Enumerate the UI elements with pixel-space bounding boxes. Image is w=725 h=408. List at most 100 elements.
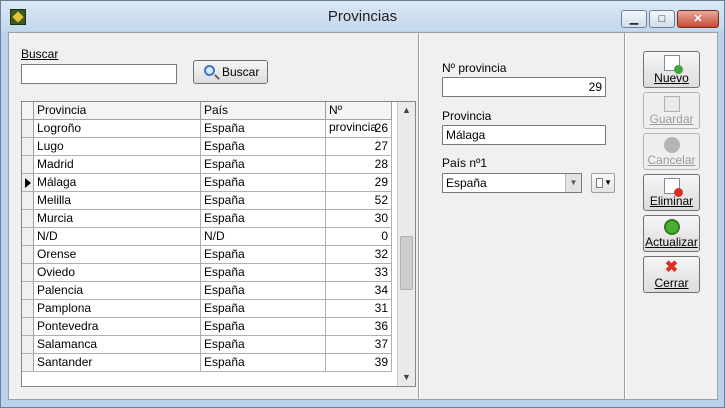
close-x-icon: ✖	[664, 259, 679, 276]
search-input[interactable]	[21, 64, 177, 84]
cell-pais[interactable]: España	[201, 210, 326, 228]
cell-provincia[interactable]: Santander	[34, 354, 201, 372]
cell-numero[interactable]: 31	[326, 300, 392, 318]
cell-numero[interactable]: 34	[326, 282, 392, 300]
row-indicator[interactable]	[22, 264, 34, 282]
cell-provincia[interactable]: N/D	[34, 228, 201, 246]
cell-numero[interactable]: 30	[326, 210, 392, 228]
cell-numero[interactable]: 29	[326, 174, 392, 192]
minimize-button[interactable]: ▁	[621, 10, 647, 28]
row-indicator[interactable]	[22, 120, 34, 138]
cell-provincia[interactable]: Pontevedra	[34, 318, 201, 336]
cancelar-button[interactable]: Cancelar	[643, 133, 700, 170]
cell-numero[interactable]: 32	[326, 246, 392, 264]
vertical-scrollbar[interactable]: ▲ ▼	[397, 102, 415, 386]
cell-pais[interactable]: España	[201, 282, 326, 300]
table-row[interactable]: Lugo España 27	[22, 138, 392, 156]
cell-numero[interactable]: 28	[326, 156, 392, 174]
cell-provincia[interactable]: Logroño	[34, 120, 201, 138]
row-indicator[interactable]	[22, 354, 34, 372]
row-indicator[interactable]	[22, 246, 34, 264]
search-button[interactable]: Buscar	[193, 60, 268, 84]
table-row[interactable]: Pamplona España 31	[22, 300, 392, 318]
cell-pais[interactable]: España	[201, 156, 326, 174]
cell-pais[interactable]: España	[201, 120, 326, 138]
cell-pais[interactable]: España	[201, 192, 326, 210]
scroll-up-icon[interactable]: ▲	[398, 102, 415, 119]
cell-provincia[interactable]: Orense	[34, 246, 201, 264]
cell-provincia[interactable]: Pamplona	[34, 300, 201, 318]
row-indicator[interactable]	[22, 156, 34, 174]
table-row[interactable]: Oviedo España 33	[22, 264, 392, 282]
cell-pais[interactable]: España	[201, 336, 326, 354]
cell-numero[interactable]: 33	[326, 264, 392, 282]
column-header-numero[interactable]: Nº provincia	[326, 102, 392, 134]
table-row[interactable]: Orense España 32	[22, 246, 392, 264]
table-row[interactable]: N/D N/D 0	[22, 228, 392, 246]
cell-numero[interactable]: 26	[326, 120, 392, 138]
cell-pais[interactable]: España	[201, 354, 326, 372]
column-header-provincia[interactable]: Provincia	[34, 102, 201, 120]
title-bar[interactable]: Provincias ▁ □ ✕	[1, 1, 724, 31]
row-indicator[interactable]	[22, 138, 34, 156]
cell-provincia[interactable]: Murcia	[34, 210, 201, 228]
cell-numero[interactable]: 37	[326, 336, 392, 354]
row-indicator[interactable]	[22, 282, 34, 300]
scroll-thumb[interactable]	[400, 236, 413, 290]
provincia-field[interactable]: Málaga	[442, 125, 606, 145]
table-row[interactable]: Málaga España 29	[22, 174, 392, 192]
pais-select[interactable]: España ▼	[442, 173, 582, 193]
row-indicator[interactable]	[22, 300, 34, 318]
refresh-icon	[663, 219, 680, 235]
guardar-button[interactable]: Guardar	[643, 92, 700, 129]
cell-numero[interactable]: 0	[326, 228, 392, 246]
row-indicator[interactable]	[22, 210, 34, 228]
scroll-down-icon[interactable]: ▼	[398, 369, 415, 386]
pais-lookup-button[interactable]: ▼	[591, 173, 615, 193]
cell-pais[interactable]: N/D	[201, 228, 326, 246]
close-window-button[interactable]: ✕	[677, 10, 719, 28]
cell-pais[interactable]: España	[201, 300, 326, 318]
cell-provincia[interactable]: Lugo	[34, 138, 201, 156]
column-header-pais[interactable]: País	[201, 102, 326, 120]
cell-pais[interactable]: España	[201, 174, 326, 192]
table-row[interactable]: Pontevedra España 36	[22, 318, 392, 336]
cell-numero[interactable]: 36	[326, 318, 392, 336]
row-indicator[interactable]	[22, 228, 34, 246]
table-row[interactable]: Melilla España 52	[22, 192, 392, 210]
cell-pais[interactable]: España	[201, 264, 326, 282]
row-indicator[interactable]	[22, 192, 34, 210]
cell-numero[interactable]: 27	[326, 138, 392, 156]
provinces-grid[interactable]: Provincia País Nº provincia Logroño Españ…	[21, 101, 416, 387]
cell-provincia[interactable]: Oviedo	[34, 264, 201, 282]
cerrar-button[interactable]: ✖ Cerrar	[643, 256, 700, 293]
nuevo-button[interactable]: Nuevo	[643, 51, 700, 88]
cell-provincia[interactable]: Salamanca	[34, 336, 201, 354]
cell-pais[interactable]: España	[201, 318, 326, 336]
table-row[interactable]: Palencia España 34	[22, 282, 392, 300]
cell-pais[interactable]: España	[201, 246, 326, 264]
eliminar-button[interactable]: Eliminar	[643, 174, 700, 211]
row-indicator[interactable]	[22, 336, 34, 354]
num-provincia-field[interactable]: 29	[442, 77, 606, 97]
grid-rows: Logroño España 26 Lugo España 27 Madrid España 2…	[22, 120, 392, 372]
pais-label: País nº1	[442, 156, 488, 170]
maximize-button[interactable]: □	[649, 10, 675, 28]
cell-provincia[interactable]: Palencia	[34, 282, 201, 300]
cell-numero[interactable]: 39	[326, 354, 392, 372]
table-row[interactable]: Salamanca España 37	[22, 336, 392, 354]
cell-pais[interactable]: España	[201, 138, 326, 156]
new-document-icon	[663, 55, 683, 74]
current-row-indicator[interactable]	[22, 174, 34, 192]
table-row[interactable]: Murcia España 30	[22, 210, 392, 228]
row-indicator[interactable]	[22, 318, 34, 336]
table-row[interactable]: Santander España 39	[22, 354, 392, 372]
cell-numero[interactable]: 52	[326, 192, 392, 210]
actualizar-button[interactable]: Actualizar	[643, 215, 700, 252]
cell-provincia[interactable]: Madrid	[34, 156, 201, 174]
table-row[interactable]: Logroño España 26	[22, 120, 392, 138]
cell-provincia[interactable]: Málaga	[34, 174, 201, 192]
chevron-down-icon[interactable]: ▼	[565, 174, 581, 192]
cell-provincia[interactable]: Melilla	[34, 192, 201, 210]
table-row[interactable]: Madrid España 28	[22, 156, 392, 174]
